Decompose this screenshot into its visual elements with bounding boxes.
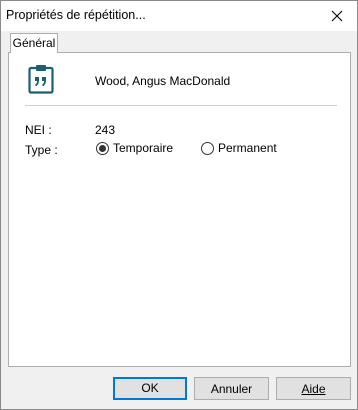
general-panel: Wood, Angus MacDonald NEI : 243 Type : T… [8, 52, 351, 367]
representative-name: Wood, Angus MacDonald [95, 74, 231, 88]
radio-circle [201, 141, 214, 155]
tab-general[interactable]: Général [10, 33, 58, 53]
radio-temporaire[interactable]: Temporaire [96, 141, 173, 155]
separator [25, 105, 337, 106]
radio-permanent-label: Permanent [218, 141, 277, 155]
title-bar: Propriétés de répétition... [1, 1, 357, 31]
help-button-label: Aide [301, 382, 326, 396]
radio-circle-selected [96, 141, 109, 155]
nei-label: NEI : [25, 123, 52, 137]
close-button[interactable] [317, 1, 357, 31]
radio-permanent[interactable]: Permanent [201, 141, 277, 155]
radio-temporaire-label: Temporaire [113, 141, 174, 155]
close-icon [331, 10, 343, 22]
clipboard-quote-icon [28, 65, 54, 94]
cancel-button[interactable]: Annuler [194, 377, 269, 400]
ok-button[interactable]: OK [113, 377, 187, 400]
help-button[interactable]: Aide [276, 377, 351, 400]
window-title: Propriétés de répétition... [6, 8, 146, 22]
type-label: Type : [25, 143, 58, 157]
nei-value: 243 [95, 123, 116, 137]
dialog-window: Propriétés de répétition... Général Wood… [0, 0, 358, 410]
